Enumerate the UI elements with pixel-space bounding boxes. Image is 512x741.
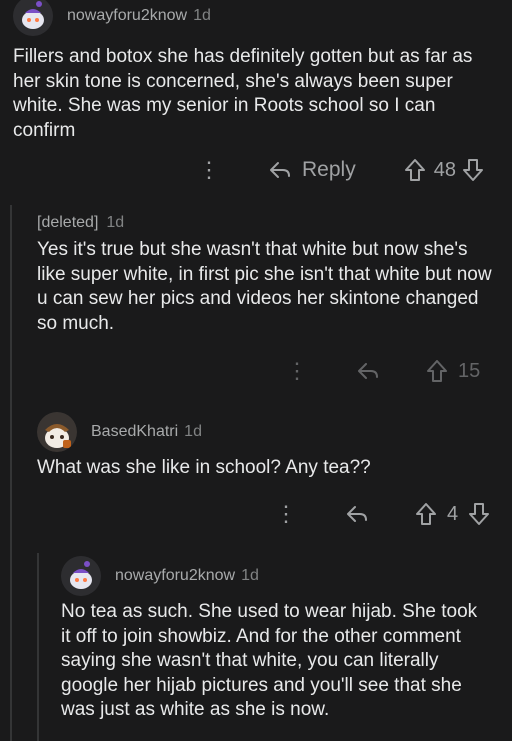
timestamp: 1d	[184, 423, 202, 440]
reply-button[interactable]: Reply	[268, 158, 356, 182]
downvote-button[interactable]	[462, 158, 484, 182]
reply-arrow-icon	[270, 162, 290, 178]
downvote-arrow-icon	[462, 159, 483, 181]
more-options-icon[interactable]: ⋮	[198, 159, 220, 181]
comment-actions: ⋮ 4	[275, 498, 509, 530]
avatar[interactable]	[37, 412, 77, 452]
comment-body: Fillers and botox she has definitely got…	[13, 46, 473, 141]
comment-body: What was she like in school? Any tea??	[37, 457, 371, 478]
username[interactable]: nowayforu2know	[67, 7, 187, 25]
more-options-icon[interactable]: ⋮	[275, 503, 297, 525]
thread-line	[37, 553, 39, 741]
comment-actions: ⋮ 15	[286, 355, 508, 387]
upvote-arrow-icon	[404, 159, 425, 181]
upvote-arrow-icon	[416, 503, 436, 525]
snoo-avatar-icon	[37, 412, 77, 452]
comment: [deleted] 1d Yes it's true but she wasn'…	[37, 214, 502, 336]
timestamp: 1d	[193, 7, 211, 24]
comment: nowayforu2know 1d No tea as such. She us…	[61, 556, 501, 723]
vote-count: 48	[433, 158, 456, 181]
upvote-button[interactable]	[404, 158, 426, 182]
reply-button[interactable]	[345, 504, 369, 524]
vote-count: 4	[447, 502, 459, 525]
downvote-button[interactable]	[468, 502, 490, 526]
snoo-avatar-icon	[61, 556, 101, 596]
username[interactable]: nowayforu2know	[115, 567, 235, 585]
reply-label: Reply	[302, 158, 356, 181]
comment-body: Yes it's true but she wasn't that white …	[37, 239, 492, 334]
downvote-arrow-icon	[469, 503, 490, 525]
comment: BasedKhatri 1d What was she like in scho…	[37, 412, 502, 481]
reply-button[interactable]	[356, 361, 380, 381]
timestamp: 1d	[241, 567, 259, 584]
comment-actions: ⋮ Reply 48	[198, 152, 510, 188]
avatar[interactable]	[61, 556, 101, 596]
thread-line	[10, 205, 12, 741]
reply-arrow-icon	[347, 506, 367, 522]
snoo-avatar-icon	[13, 0, 53, 36]
upvote-button[interactable]	[426, 359, 448, 383]
comment: nowayforu2know 1d Fillers and botox she …	[13, 0, 503, 143]
avatar[interactable]	[13, 0, 53, 36]
timestamp: 1d	[106, 214, 125, 231]
upvote-button[interactable]	[415, 502, 437, 526]
username[interactable]: BasedKhatri	[91, 423, 178, 441]
more-options-icon[interactable]: ⋮	[286, 360, 308, 382]
vote-count: 15	[458, 359, 481, 382]
comment-body: No tea as such. She used to wear hijab. …	[61, 601, 478, 720]
username: [deleted]	[37, 214, 99, 231]
upvote-arrow-icon	[427, 360, 447, 382]
reply-arrow-icon	[358, 363, 378, 379]
